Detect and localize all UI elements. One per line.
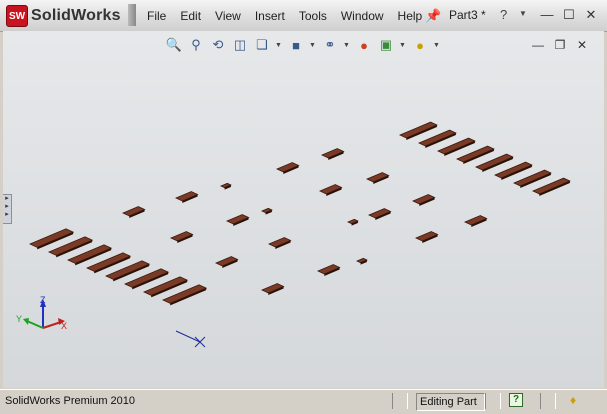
graphics-area[interactable]: 🔍 ⚲ ⟲ ◫ ❏ ▼ ■ ▼ ⚭ ▼ ● ▣ ▼ ● ▼ — ❐ ✕ ▸ ▸ ▸ … [3, 31, 604, 388]
document-title: Part3 * [449, 8, 486, 22]
pad-long [399, 121, 438, 139]
menu-edit[interactable]: Edit [173, 9, 208, 23]
menu-expand-handle[interactable] [128, 4, 136, 26]
title-bar: SW SolidWorks File Edit View Insert Tool… [0, 0, 607, 32]
menu-help[interactable]: Help [391, 9, 430, 23]
menu-window[interactable]: Window [334, 9, 391, 23]
status-divider [540, 393, 556, 409]
status-product-name: SolidWorks Premium 2010 [5, 395, 136, 407]
model-view[interactable]: Z X Y [3, 31, 604, 388]
pushpin-icon[interactable]: 📌 [425, 8, 441, 23]
pad-long [418, 129, 457, 147]
close-icon[interactable]: ✕ [583, 7, 599, 23]
pad-long [475, 153, 514, 171]
status-divider [485, 393, 501, 409]
tag-icon[interactable]: ♦ [570, 393, 586, 407]
pad-long [437, 137, 476, 155]
menu-insert[interactable]: Insert [248, 9, 292, 23]
triad-x-label: X [61, 321, 67, 331]
pad-long [456, 145, 495, 163]
solidworks-logo[interactable]: SW SolidWorks [6, 5, 121, 27]
chevron-down-icon[interactable]: ▼ [519, 9, 527, 18]
solidworks-logo-icon: SW [6, 5, 28, 27]
pcb-pad-group [29, 121, 571, 306]
coordinate-triad: Z X Y [16, 295, 67, 331]
maximize-icon[interactable]: ☐ [561, 7, 577, 23]
triad-y-label: Y [16, 314, 22, 324]
pad-long [494, 161, 533, 179]
pad-long [532, 177, 571, 195]
status-divider [392, 393, 408, 409]
menu-file[interactable]: File [140, 9, 173, 23]
help-question-icon[interactable]: ? [500, 7, 507, 22]
menu-view[interactable]: View [208, 9, 248, 23]
menu-bar: File Edit View Insert Tools Window Help [140, 0, 429, 31]
triad-z-label: Z [40, 295, 46, 305]
menu-tools[interactable]: Tools [292, 9, 334, 23]
status-bar: SolidWorks Premium 2010 Editing Part ? ♦ [0, 389, 607, 414]
minimize-icon[interactable]: — [539, 7, 555, 23]
status-mode: Editing Part [416, 393, 485, 411]
quick-tips-icon[interactable]: ? [509, 393, 523, 407]
pad-long [513, 169, 552, 187]
app-name: SolidWorks [31, 7, 121, 24]
origin-icon [175, 330, 206, 348]
